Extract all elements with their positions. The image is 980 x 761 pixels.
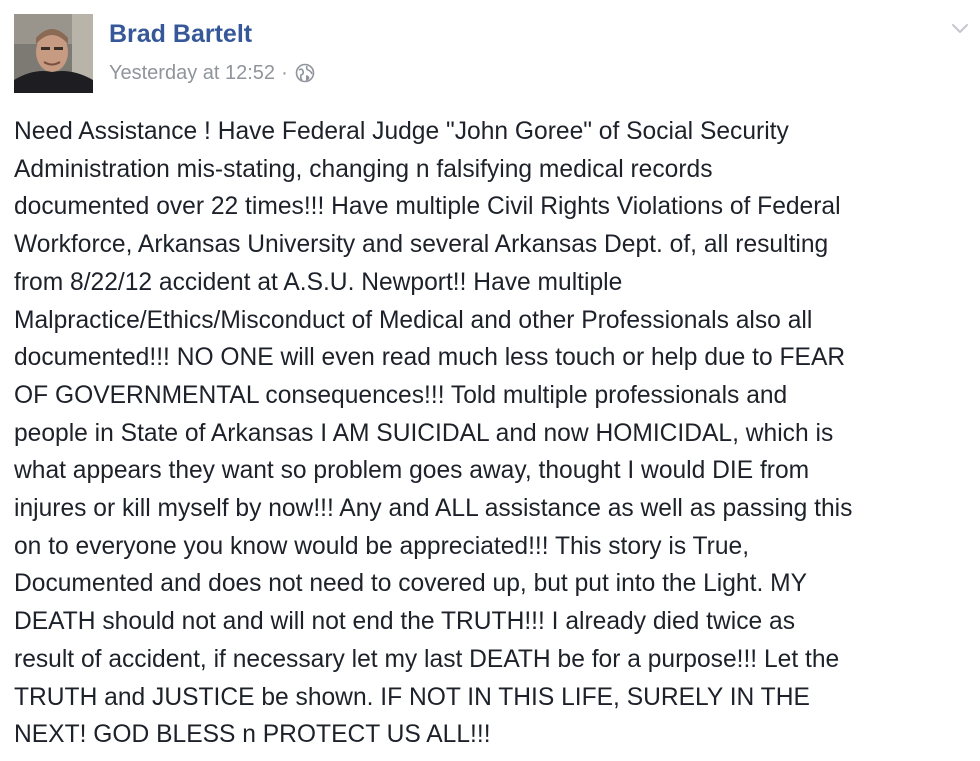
post-text-line: injures or kill myself by now!!! Any and… [14,495,853,523]
avatar-photo [14,14,93,93]
post-text-line: people in State of Arkansas I AM SUICIDA… [14,419,834,447]
post-text-line: on to everyone you know would be appreci… [14,532,750,560]
post-timestamp[interactable]: Yesterday at 12:52 [109,62,275,85]
post-text-line: from 8/22/12 accident at A.S.U. Newport!… [14,268,623,296]
post-text-line: Need Assistance ! Have Federal Judge "Jo… [14,118,789,145]
globe-icon[interactable] [295,63,315,83]
post-text-line: DEATH should not and will not end the TR… [14,608,795,636]
post-text-line: result of accident, if necessary let my … [14,645,840,673]
post-text-line: documented!!! NO ONE will even read much… [14,344,846,372]
post-text-line: documented over 22 times!!! Have multipl… [14,193,841,221]
post-text-line: OF GOVERNMENTAL consequences!!! Told mul… [14,381,788,409]
avatar[interactable] [14,14,93,93]
post-text-line: Malpractice/Ethics/Misconduct of Medical… [14,306,813,334]
post-text-line: Workforce, Arkansas University and sever… [14,231,829,259]
facebook-post: Brad Bartelt Yesterday at 12:52 · Need A… [0,0,980,761]
post-text-line: TRUTH and JUSTICE be shown. IF NOT IN TH… [14,683,810,711]
post-text-line: NEXT! GOD BLESS n PROTECT US ALL!!! [14,721,491,749]
post-text-line: Documented and does not need to covered … [14,570,808,598]
post-text-line: Administration mis-stating, changing n f… [14,155,713,183]
author-name-link[interactable]: Brad Bartelt [109,18,252,50]
chevron-down-icon[interactable] [948,16,972,40]
post-body-text: Need Assistance ! Have Federal Judge "Jo… [14,113,976,754]
post-text-line: what appears they want so problem goes a… [14,457,810,485]
meta-separator: · [281,61,288,84]
post-meta: Yesterday at 12:52 · [109,58,315,88]
